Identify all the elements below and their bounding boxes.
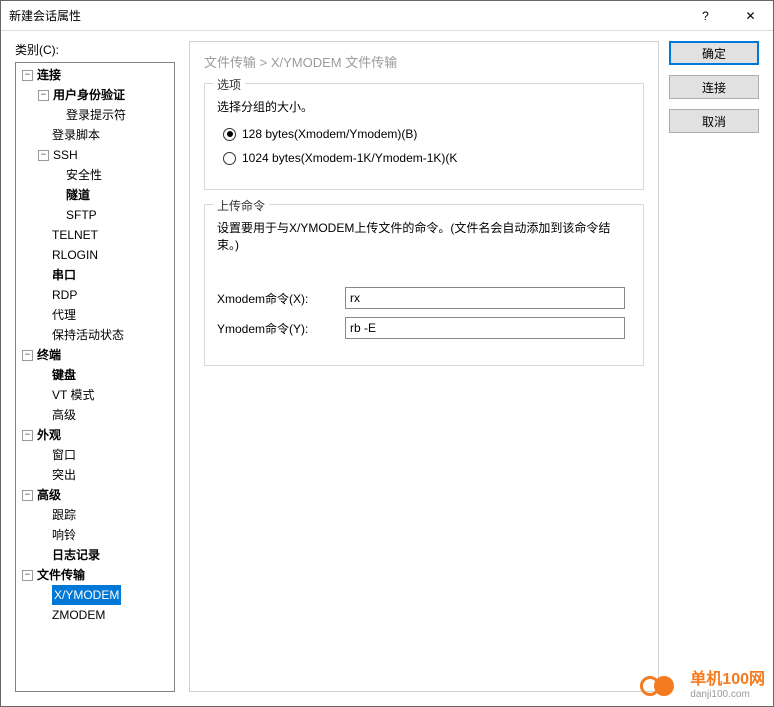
tree-item-keepalive[interactable]: 保持活动状态 [16,325,174,345]
tree-item-ssh[interactable]: −SSH [16,145,174,165]
tree-item-rlogin[interactable]: RLOGIN [16,245,174,265]
collapse-icon[interactable]: − [38,150,49,161]
tree-item-filetransfer[interactable]: −文件传输 [16,565,174,585]
radio-icon [223,152,236,165]
help-icon: ? [702,9,709,23]
tree-item-zmodem[interactable]: ZMODEM [16,605,174,625]
radio-1024-label: 1024 bytes(Xmodem-1K/Ymodem-1K)(K [242,151,457,165]
tree-item-login-prompt[interactable]: 登录提示符 [16,105,174,125]
options-group: 选项 选择分组的大小。 128 bytes(Xmodem/Ymodem)(B) … [204,83,644,190]
tree-item-proxy[interactable]: 代理 [16,305,174,325]
tree-item-serial[interactable]: 串口 [16,265,174,285]
collapse-icon[interactable]: − [22,350,33,361]
upload-legend: 上传命令 [213,197,269,214]
ymodem-row: Ymodem命令(Y): [217,317,631,339]
tree-item-bell[interactable]: 响铃 [16,525,174,545]
cancel-button[interactable]: 取消 [669,109,759,133]
tree-item-connection[interactable]: −连接 [16,65,174,85]
content-panel: 文件传输 > X/YMODEM 文件传输 选项 选择分组的大小。 128 byt… [189,41,659,692]
tree-item-advanced-term[interactable]: 高级 [16,405,174,425]
tree-item-keyboard[interactable]: 键盘 [16,365,174,385]
radio-128[interactable]: 128 bytes(Xmodem/Ymodem)(B) [223,127,631,141]
ok-button[interactable]: 确定 [669,41,759,65]
tree-item-highlight[interactable]: 突出 [16,465,174,485]
upload-desc: 设置要用于与X/YMODEM上传文件的命令。(文件名会自动添加到该命令结束。) [217,219,631,253]
ymodem-label: Ymodem命令(Y): [217,320,337,337]
button-column: 确定 连接 取消 [669,41,759,692]
tree-item-telnet[interactable]: TELNET [16,225,174,245]
close-icon: ✕ [745,9,755,23]
collapse-icon[interactable]: − [38,90,49,101]
tree-item-sftp[interactable]: SFTP [16,205,174,225]
tree-item-rdp[interactable]: RDP [16,285,174,305]
xmodem-label: Xmodem命令(X): [217,290,337,307]
radio-128-label: 128 bytes(Xmodem/Ymodem)(B) [242,127,417,141]
right-pane: 文件传输 > X/YMODEM 文件传输 选项 选择分组的大小。 128 byt… [189,41,759,692]
left-pane: 类别(C): −连接 −用户身份验证 登录提示符 登录脚本 −SSH 安全性 [15,41,175,692]
radio-icon [223,128,236,141]
upload-group: 上传命令 设置要用于与X/YMODEM上传文件的命令。(文件名会自动添加到该命令… [204,204,644,366]
tree-item-login-script[interactable]: 登录脚本 [16,125,174,145]
tree-item-terminal[interactable]: −终端 [16,345,174,365]
tree-item-vtmode[interactable]: VT 模式 [16,385,174,405]
tree-item-logging[interactable]: 日志记录 [16,545,174,565]
radio-1024[interactable]: 1024 bytes(Xmodem-1K/Ymodem-1K)(K [223,151,631,165]
xmodem-row: Xmodem命令(X): [217,287,631,309]
window-title: 新建会话属性 [9,7,683,24]
category-tree[interactable]: −连接 −用户身份验证 登录提示符 登录脚本 −SSH 安全性 隧道 SFTP [15,62,175,692]
tree-item-xymodem[interactable]: X/YMODEM [16,585,174,605]
titlebar: 新建会话属性 ? ✕ [1,1,773,31]
xmodem-input[interactable] [345,287,625,309]
collapse-icon[interactable]: − [22,430,33,441]
options-desc: 选择分组的大小。 [217,98,631,115]
collapse-icon[interactable]: − [22,570,33,581]
breadcrumb: 文件传输 > X/YMODEM 文件传输 [204,52,644,71]
tree-item-appearance[interactable]: −外观 [16,425,174,445]
category-label: 类别(C): [15,41,175,58]
tree-item-security[interactable]: 安全性 [16,165,174,185]
connect-button[interactable]: 连接 [669,75,759,99]
tree-item-window[interactable]: 窗口 [16,445,174,465]
options-legend: 选项 [213,76,245,93]
tree-item-auth[interactable]: −用户身份验证 [16,85,174,105]
ymodem-input[interactable] [345,317,625,339]
dialog-body: 类别(C): −连接 −用户身份验证 登录提示符 登录脚本 −SSH 安全性 [1,31,773,706]
dialog-window: 新建会话属性 ? ✕ 类别(C): −连接 −用户身份验证 登录提示符 登录脚本… [0,0,774,707]
collapse-icon[interactable]: − [22,70,33,81]
tree-item-tunnel[interactable]: 隧道 [16,185,174,205]
close-button[interactable]: ✕ [728,1,773,31]
tree-item-trace[interactable]: 跟踪 [16,505,174,525]
help-button[interactable]: ? [683,1,728,31]
collapse-icon[interactable]: − [22,490,33,501]
tree-item-advanced[interactable]: −高级 [16,485,174,505]
